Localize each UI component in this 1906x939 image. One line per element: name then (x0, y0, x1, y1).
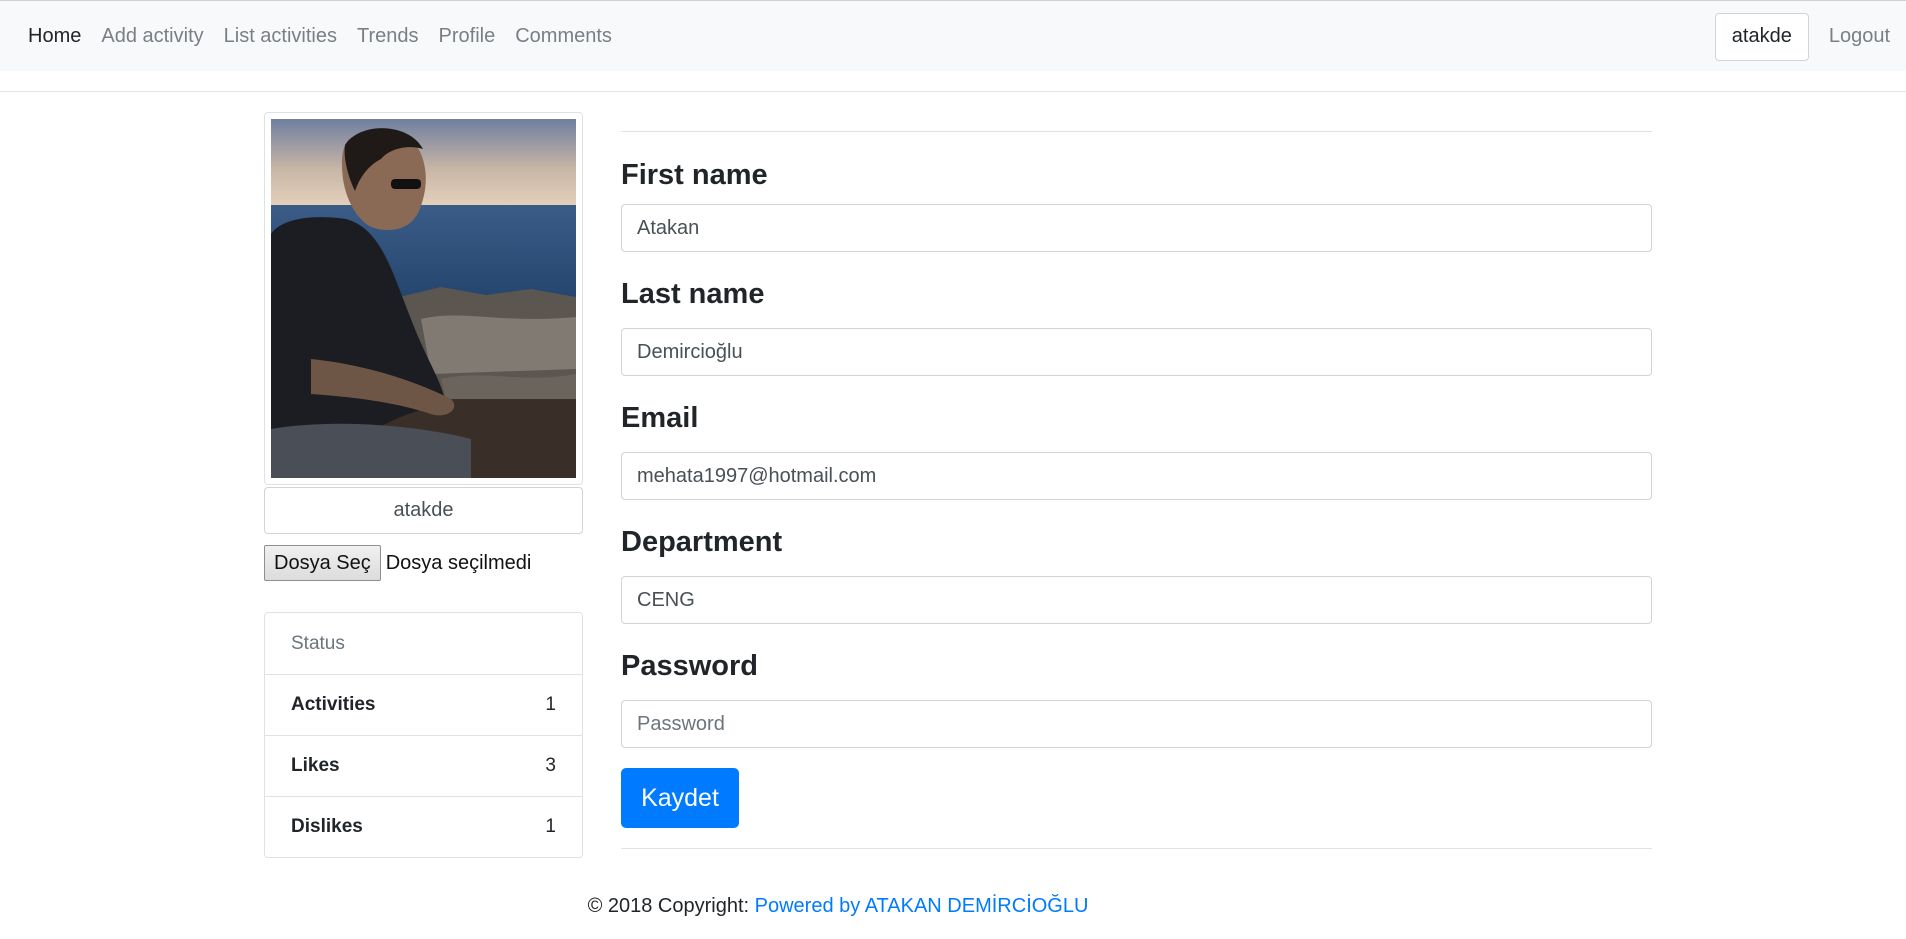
email-input[interactable]: mehata1997@hotmail.com (621, 452, 1652, 500)
nav-profile[interactable]: Profile (439, 25, 496, 48)
logout-link[interactable]: Logout (1829, 25, 1890, 48)
stat-dislikes: Dislikes 1 (265, 796, 582, 857)
user-button[interactable]: atakde (1714, 12, 1809, 61)
stat-value: 1 (545, 816, 556, 837)
nav-links: Home Add activity List activities Trends… (28, 1, 632, 72)
profile-form: First name Atakan Last name Demircioğlu … (621, 131, 1652, 849)
username-display: atakde (264, 487, 583, 534)
choose-file-button[interactable]: Dosya Seç (264, 545, 381, 581)
last-name-input[interactable]: Demircioğlu (621, 328, 1652, 376)
stat-value: 3 (545, 755, 556, 776)
nav-comments[interactable]: Comments (515, 25, 612, 48)
last-name-label: Last name (621, 278, 765, 310)
file-upload: Dosya Seç Dosya seçilmedi (264, 545, 531, 581)
copyright-text: © 2018 Copyright: (587, 895, 755, 917)
nav-trends[interactable]: Trends (357, 25, 419, 48)
powered-by-link[interactable]: Powered by ATAKAN DEMİRCİOĞLU (755, 895, 1089, 917)
stats-panel: Status Activities 1 Likes 3 Dislikes 1 (264, 612, 583, 858)
password-input[interactable]: Password (621, 700, 1652, 748)
stats-heading: Status (291, 632, 345, 654)
avatar-frame (264, 112, 583, 485)
email-label: Email (621, 402, 699, 434)
footer: © 2018 Copyright: Powered by ATAKAN DEMİ… (0, 895, 1676, 918)
divider (0, 91, 1906, 92)
department-label: Department (621, 526, 783, 558)
stat-activities: Activities 1 (265, 674, 582, 735)
nav-list-activities[interactable]: List activities (224, 25, 337, 48)
stat-label: Dislikes (291, 816, 363, 837)
save-button[interactable]: Kaydet (621, 768, 739, 828)
nav-add-activity[interactable]: Add activity (101, 25, 203, 48)
stat-label: Activities (291, 694, 376, 715)
stats-header: Status (265, 613, 582, 674)
file-status-text: Dosya seçilmedi (385, 551, 532, 574)
stat-value: 1 (545, 694, 556, 715)
password-label: Password (621, 650, 758, 682)
first-name-label: First name (621, 159, 768, 191)
avatar-photo (271, 119, 576, 478)
form-bottom-divider (621, 848, 1652, 849)
stat-label: Likes (291, 755, 340, 776)
first-name-input[interactable]: Atakan (621, 204, 1652, 252)
nav-user-area: atakde Logout (1714, 1, 1890, 72)
stat-likes: Likes 3 (265, 735, 582, 796)
department-input[interactable]: CENG (621, 576, 1652, 624)
nav-home[interactable]: Home (28, 25, 81, 48)
navbar: Home Add activity List activities Trends… (0, 0, 1906, 71)
